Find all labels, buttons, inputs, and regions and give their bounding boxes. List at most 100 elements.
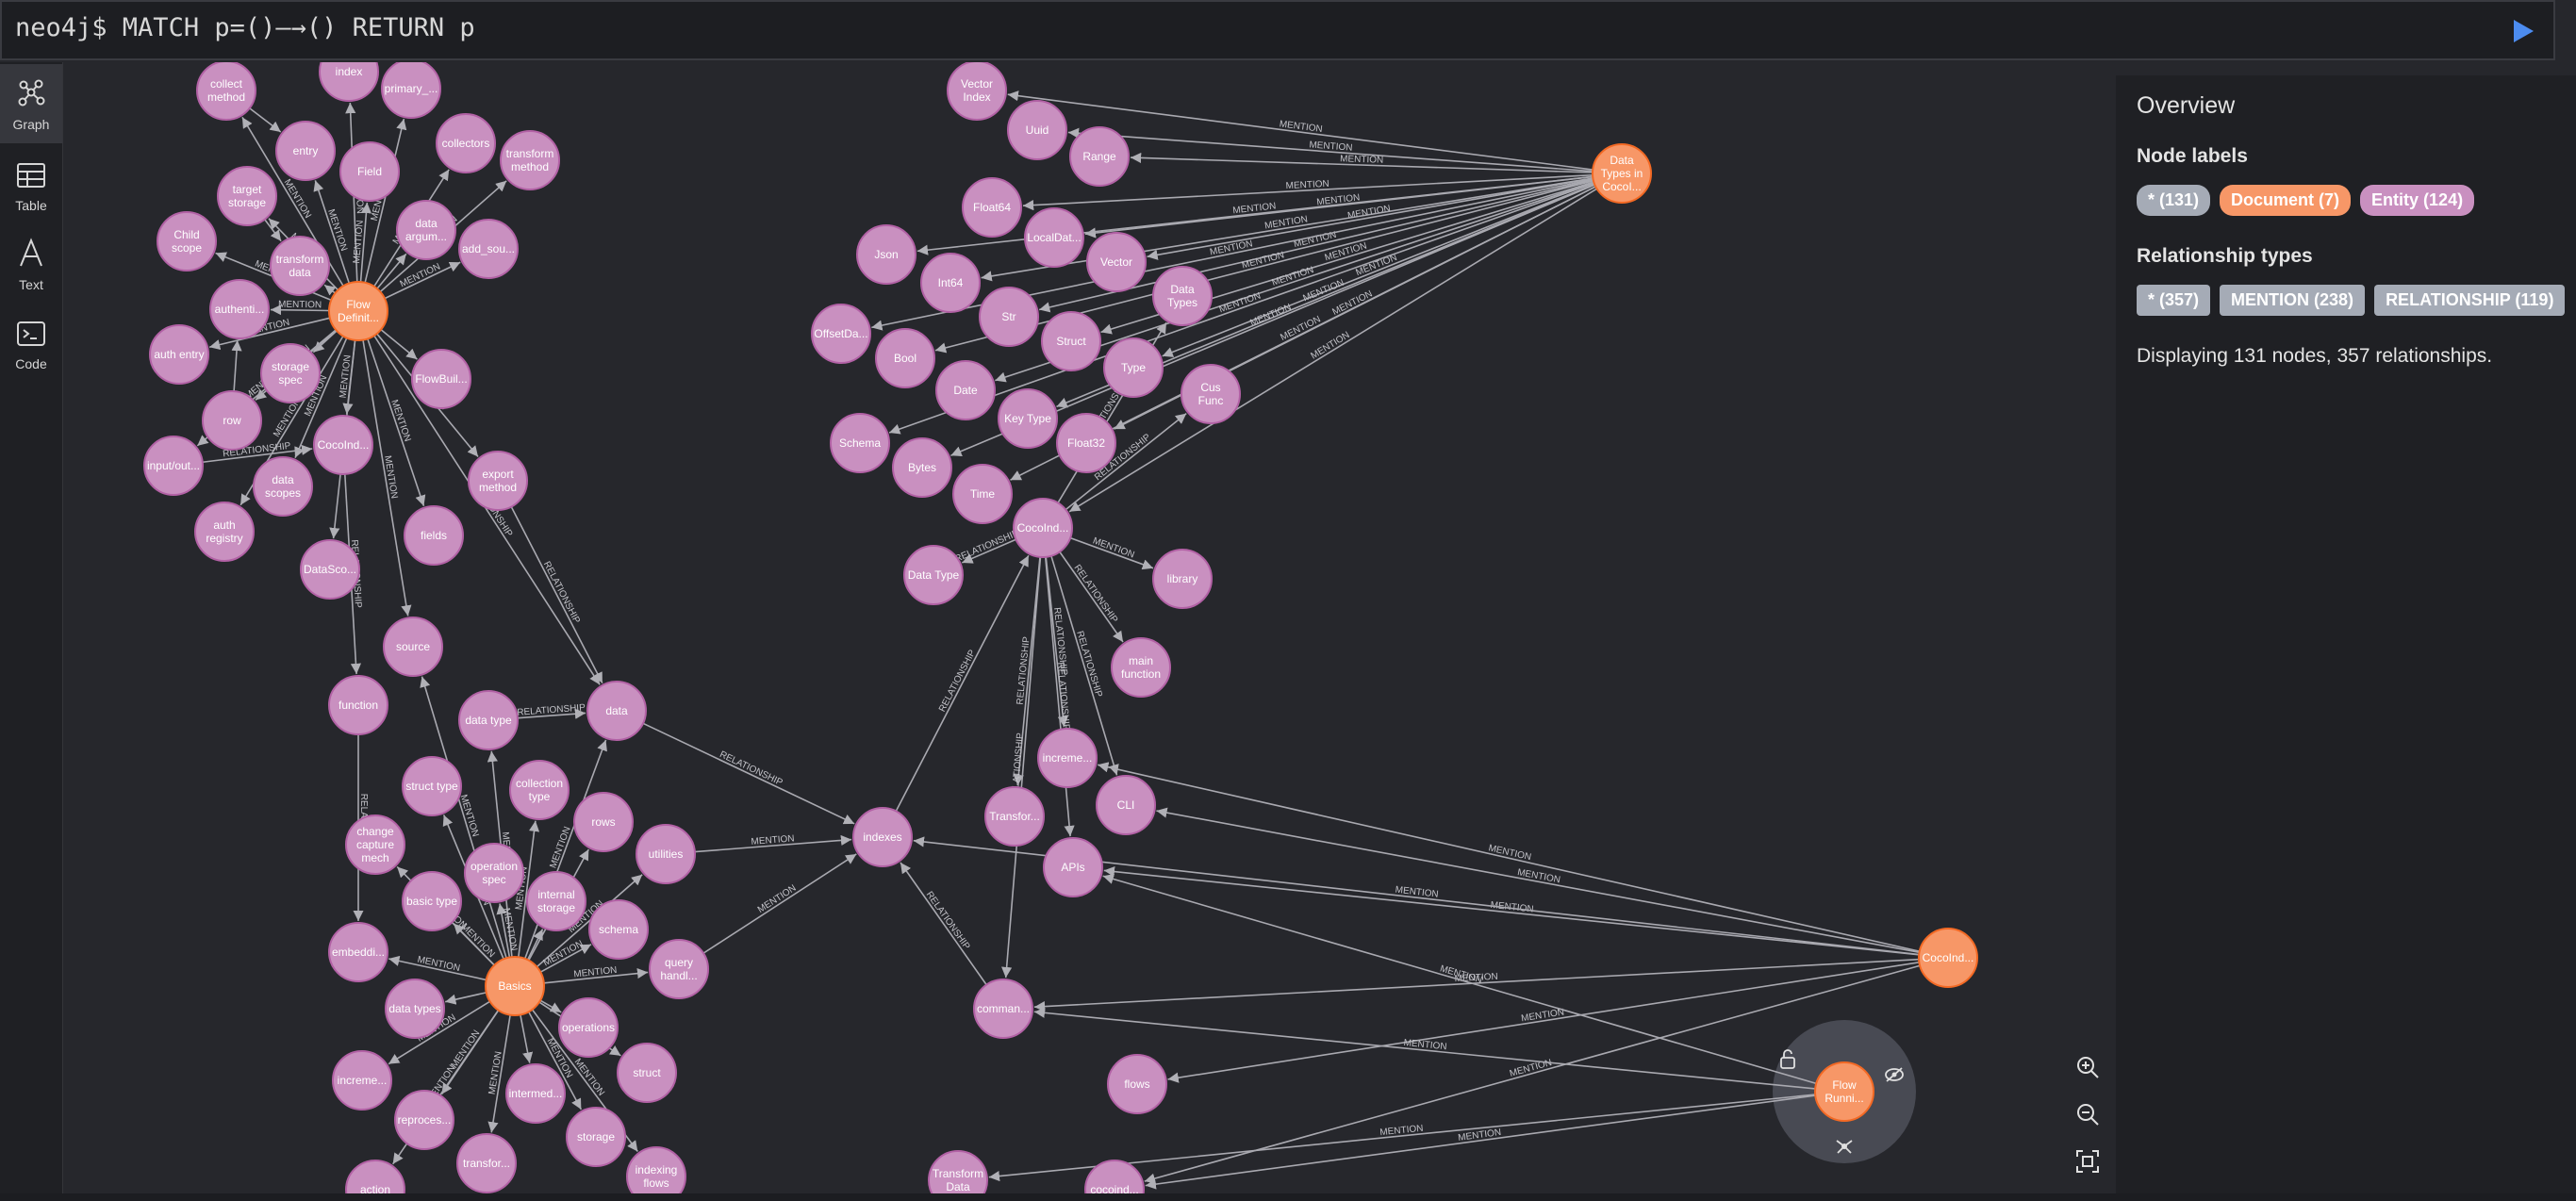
entity-node[interactable]: Vector — [1086, 232, 1147, 292]
entity-node[interactable]: schema — [588, 899, 649, 960]
rel-type-all[interactable]: * (357) — [2137, 285, 2211, 316]
query-bar[interactable]: neo4j$ MATCH p=()—→() RETURN p — [0, 0, 2555, 60]
entity-node[interactable]: collect method — [196, 62, 256, 121]
entity-node[interactable]: target storage — [217, 166, 277, 226]
entity-node[interactable]: struct — [617, 1043, 677, 1103]
entity-node[interactable]: collectors — [436, 113, 496, 173]
entity-node[interactable]: add_sou... — [458, 219, 519, 279]
entity-node[interactable]: OffsetDa... — [811, 304, 871, 364]
entity-node[interactable]: query handl... — [649, 939, 709, 999]
entity-node[interactable]: Data Types — [1152, 266, 1213, 326]
entity-node[interactable]: Data Type — [903, 545, 964, 605]
entity-node[interactable]: change capture mech — [345, 814, 405, 875]
entity-node[interactable]: input/out... — [143, 436, 204, 496]
entity-node[interactable]: increme... — [332, 1050, 392, 1111]
entity-node[interactable]: utilities — [636, 824, 696, 884]
entity-node[interactable]: Time — [952, 464, 1013, 524]
entity-node[interactable]: Uuid — [1007, 100, 1067, 160]
document-node[interactable]: CocoInd... — [1918, 928, 1978, 988]
zoom-in-icon[interactable] — [2074, 1054, 2101, 1080]
entity-node[interactable]: Field — [339, 141, 400, 202]
entity-node[interactable]: fields — [404, 505, 464, 566]
fit-to-screen-icon[interactable] — [2074, 1148, 2101, 1175]
entity-node[interactable]: primary_... — [381, 62, 441, 119]
entity-node[interactable]: authenti... — [209, 279, 270, 339]
relationship-edge[interactable] — [312, 330, 338, 354]
entity-node[interactable]: basic type — [402, 871, 462, 931]
entity-node[interactable]: rows — [573, 792, 634, 852]
entity-node[interactable]: Key Type — [998, 388, 1058, 449]
entity-node[interactable]: function — [328, 675, 388, 735]
entity-node[interactable]: collection type — [509, 760, 570, 820]
entity-node[interactable]: Bytes — [892, 437, 952, 498]
entity-node[interactable]: LocalDat... — [1024, 207, 1084, 268]
entity-node[interactable]: data type — [458, 690, 519, 750]
entity-node[interactable]: operations — [558, 997, 619, 1058]
entity-node[interactable]: data argum... — [396, 200, 456, 260]
entity-node[interactable]: Type — [1103, 337, 1164, 398]
entity-node[interactable]: Str — [979, 287, 1039, 347]
entity-node[interactable]: Range — [1069, 126, 1130, 187]
sidebar-item-text[interactable]: Text — [0, 224, 62, 304]
entity-node[interactable]: entry — [275, 121, 336, 181]
entity-node[interactable]: FlowBuil... — [411, 349, 471, 409]
entity-node[interactable]: data types — [385, 979, 445, 1039]
entity-node[interactable]: struct type — [402, 756, 462, 816]
entity-node[interactable]: storage — [566, 1107, 626, 1167]
entity-node[interactable]: auth entry — [149, 324, 209, 385]
entity-node[interactable]: comman... — [973, 979, 1033, 1039]
entity-node[interactable]: operation spec — [464, 843, 524, 903]
relationship-edge[interactable] — [445, 992, 487, 1005]
document-node[interactable]: Flow Runni... — [1814, 1061, 1874, 1122]
entity-node[interactable]: storage spec — [260, 343, 321, 403]
entity-node[interactable]: Child scope — [157, 211, 217, 271]
entity-node[interactable]: internal storage — [526, 871, 586, 931]
play-icon[interactable] — [2510, 17, 2536, 45]
horizontal-scrollbar[interactable] — [0, 1193, 2576, 1201]
document-node[interactable]: Flow Definit... — [328, 281, 388, 341]
relationship-edge[interactable] — [249, 107, 282, 133]
entity-node[interactable]: flows — [1107, 1054, 1167, 1114]
entity-node[interactable]: Int64 — [920, 253, 981, 313]
entity-node[interactable]: increme... — [1037, 728, 1098, 788]
entity-node[interactable]: APIs — [1043, 837, 1103, 897]
entity-node[interactable]: transfor... — [456, 1133, 517, 1193]
sidebar-item-code[interactable]: Code — [0, 304, 62, 383]
entity-node[interactable]: main function — [1111, 637, 1171, 698]
query-editor[interactable]: neo4j$ MATCH p=()—→() RETURN p — [15, 13, 475, 42]
entity-node[interactable]: intermed... — [505, 1063, 566, 1124]
rel-type-mention[interactable]: MENTION (238) — [2220, 285, 2366, 316]
entity-node[interactable]: Float64 — [962, 177, 1022, 238]
entity-node[interactable]: data scopes — [253, 456, 313, 517]
entity-node[interactable]: Date — [935, 360, 996, 420]
sidebar-item-graph[interactable]: Graph — [0, 64, 62, 143]
entity-node[interactable]: Json — [856, 224, 916, 285]
zoom-out-icon[interactable] — [2074, 1101, 2101, 1127]
document-node[interactable]: Data Types in CocoI... — [1592, 143, 1652, 204]
entity-node[interactable]: reproces... — [394, 1090, 454, 1150]
entity-node[interactable]: CLI — [1096, 775, 1156, 835]
rel-type-relationship[interactable]: RELATIONSHIP (119) — [2374, 285, 2566, 316]
entity-node[interactable]: DataSco... — [300, 539, 360, 600]
entity-node[interactable]: Transfor... — [984, 786, 1045, 847]
entity-node[interactable]: library — [1152, 549, 1213, 609]
entity-node[interactable]: Struct — [1041, 311, 1101, 371]
node-label-all[interactable]: * (131) — [2137, 185, 2211, 216]
entity-node[interactable]: Bool — [875, 328, 935, 388]
entity-node[interactable]: transform data — [270, 236, 330, 296]
entity-node[interactable]: CocoInd... — [313, 415, 373, 475]
sidebar-item-table[interactable]: Table — [0, 145, 62, 224]
document-node[interactable]: Basics — [485, 956, 545, 1016]
entity-node[interactable]: CocoInd... — [1013, 498, 1073, 558]
graph-canvas[interactable]: MENTIONMENTION MENTIONMENTIONMENTIONMENTI… — [62, 62, 2116, 1201]
entity-node[interactable]: source — [383, 617, 443, 677]
entity-node[interactable]: auth registry — [194, 502, 255, 562]
query-text[interactable]: MATCH p=()—→() RETURN p — [123, 13, 475, 42]
entity-node[interactable]: Float32 — [1056, 413, 1116, 473]
node-label-entity[interactable]: Entity (124) — [2360, 185, 2475, 216]
relationship-edge[interactable] — [520, 1014, 534, 1063]
entity-node[interactable]: Schema — [830, 413, 890, 473]
entity-node[interactable]: Cus Func — [1181, 364, 1241, 424]
entity-node[interactable]: transform method — [500, 130, 560, 190]
entity-node[interactable]: data — [586, 681, 647, 741]
